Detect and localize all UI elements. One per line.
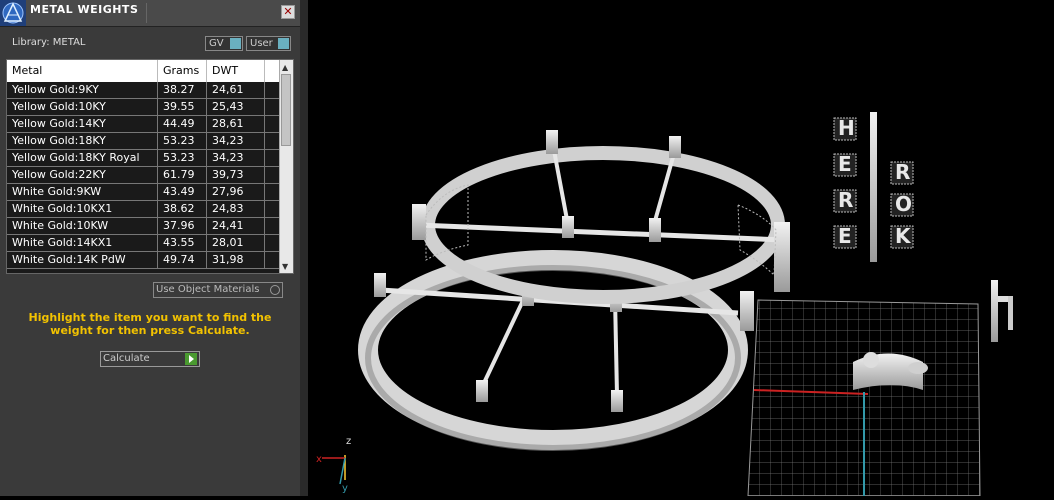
close-button[interactable]: ✕ [281,5,295,19]
splitter[interactable] [300,0,308,496]
cell-metal: White Gold:10KX1 [7,201,158,217]
cell-dwt: 27,96 [207,184,265,200]
3d-viewport[interactable]: HERE ROK z x y [308,0,1054,497]
axis-z-label: z [346,436,351,447]
cell-dwt: 24,83 [207,201,265,217]
table-scrollbar[interactable]: ▲ ▼ [279,60,293,273]
cell-metal: Yellow Gold:18KY Royal [7,150,158,166]
table-row[interactable]: Yellow Gold:14KY 44.49 28,61 [7,116,281,133]
use-object-materials-label: Use Object Materials [156,284,260,295]
table-row[interactable]: Yellow Gold:18KY 53.23 34,23 [7,133,281,150]
app-logo-icon [0,0,26,26]
cell-grams: 61.79 [158,167,207,183]
toggle-switch-icon [230,38,241,49]
table-row[interactable]: White Gold:14K PdW 49.74 31,98 [7,252,281,269]
cell-grams: 38.27 [158,82,207,98]
column-header-dwt[interactable]: DWT [207,60,265,82]
table-body: Yellow Gold:9KY 38.27 24,61 Yellow Gold:10K… [7,82,281,269]
radio-icon [270,285,280,295]
calculate-label: Calculate [103,353,150,364]
table-row[interactable]: White Gold:10KX1 38.62 24,83 [7,201,281,218]
table-row[interactable]: Yellow Gold:18KY Royal 53.23 34,23 [7,150,281,167]
gv-toggle-label: GV [209,38,224,49]
cell-metal: Yellow Gold:14KY [7,116,158,132]
cell-metal: Yellow Gold:22KY [7,167,158,183]
cell-grams: 44.49 [158,116,207,132]
letter-glyph: R [838,188,853,212]
letters-right: ROK [890,160,914,249]
user-toggle[interactable]: User [246,36,291,51]
table-row[interactable]: White Gold:9KW 43.49 27,96 [7,184,281,201]
column-header-grams[interactable]: Grams [158,60,207,82]
letter-glyph: E [838,224,852,248]
letter-glyph: E [838,152,852,176]
scroll-up-icon[interactable]: ▲ [282,63,288,72]
cell-grams: 49.74 [158,252,207,268]
cell-metal: Yellow Gold:10KY [7,99,158,115]
user-toggle-label: User [250,38,273,49]
cell-dwt: 31,98 [207,252,265,268]
letter-glyph: O [895,192,912,216]
library-label: Library: METAL [12,37,86,48]
cell-grams: 38.62 [158,201,207,217]
gv-toggle[interactable]: GV [205,36,243,51]
cell-dwt: 28,01 [207,235,265,251]
cell-dwt: 28,61 [207,116,265,132]
cell-grams: 53.23 [158,133,207,149]
instructions-text: Highlight the item you want to find the … [28,311,272,337]
cell-grams: 43.55 [158,235,207,251]
axis-x-label: x [316,454,322,465]
cell-metal: White Gold:14KX1 [7,235,158,251]
letter-glyph: R [895,160,910,184]
letter-glyph: H [838,116,855,140]
cell-metal: Yellow Gold:18KY [7,133,158,149]
table-row[interactable]: Yellow Gold:10KY 39.55 25,43 [7,99,281,116]
metal-weights-panel: METAL WEIGHTS ✕ Library: METAL GV User M… [0,0,301,496]
toggle-switch-icon [278,38,289,49]
side-post [991,280,1013,342]
cell-dwt: 25,43 [207,99,265,115]
column-header-metal[interactable]: Metal [7,60,158,82]
cell-dwt: 34,23 [207,133,265,149]
table-row[interactable]: Yellow Gold:9KY 38.27 24,61 [7,82,281,99]
table-row[interactable]: White Gold:10KW 37.96 24,41 [7,218,281,235]
table-row[interactable]: White Gold:14KX1 43.55 28,01 [7,235,281,252]
cell-dwt: 24,61 [207,82,265,98]
cell-metal: White Gold:14K PdW [7,252,158,268]
letters-left: HERE [833,116,857,249]
letter-tree: HERE ROK [833,112,914,262]
scrollbar-thumb[interactable] [281,74,291,146]
cell-dwt: 24,41 [207,218,265,234]
axis-gizmo: z x y [316,436,351,494]
cell-metal: White Gold:10KW [7,218,158,234]
ground-grid [747,299,981,497]
cell-grams: 53.23 [158,150,207,166]
play-icon [185,353,197,365]
table-row[interactable]: Yellow Gold:22KY 61.79 39,73 [7,167,281,184]
scroll-down-icon[interactable]: ▼ [282,262,288,271]
cell-metal: Yellow Gold:9KY [7,82,158,98]
cell-grams: 43.49 [158,184,207,200]
axis-y-label: y [342,483,348,494]
panel-title: METAL WEIGHTS [30,3,139,16]
cell-grams: 37.96 [158,218,207,234]
table-header: Metal Grams DWT [7,60,281,82]
title-divider [146,3,147,23]
cell-dwt: 34,23 [207,150,265,166]
calculate-button[interactable]: Calculate [100,351,200,367]
letter-glyph: K [895,224,912,248]
metal-table: Metal Grams DWT Yellow Gold:9KY 38.27 24,6… [6,59,294,274]
panel-titlebar[interactable]: METAL WEIGHTS ✕ [0,0,300,27]
cell-metal: White Gold:9KW [7,184,158,200]
cell-dwt: 39,73 [207,167,265,183]
3d-scene[interactable]: HERE ROK z x y [308,0,1054,497]
use-object-materials-toggle[interactable]: Use Object Materials [153,282,283,298]
cell-grams: 39.55 [158,99,207,115]
